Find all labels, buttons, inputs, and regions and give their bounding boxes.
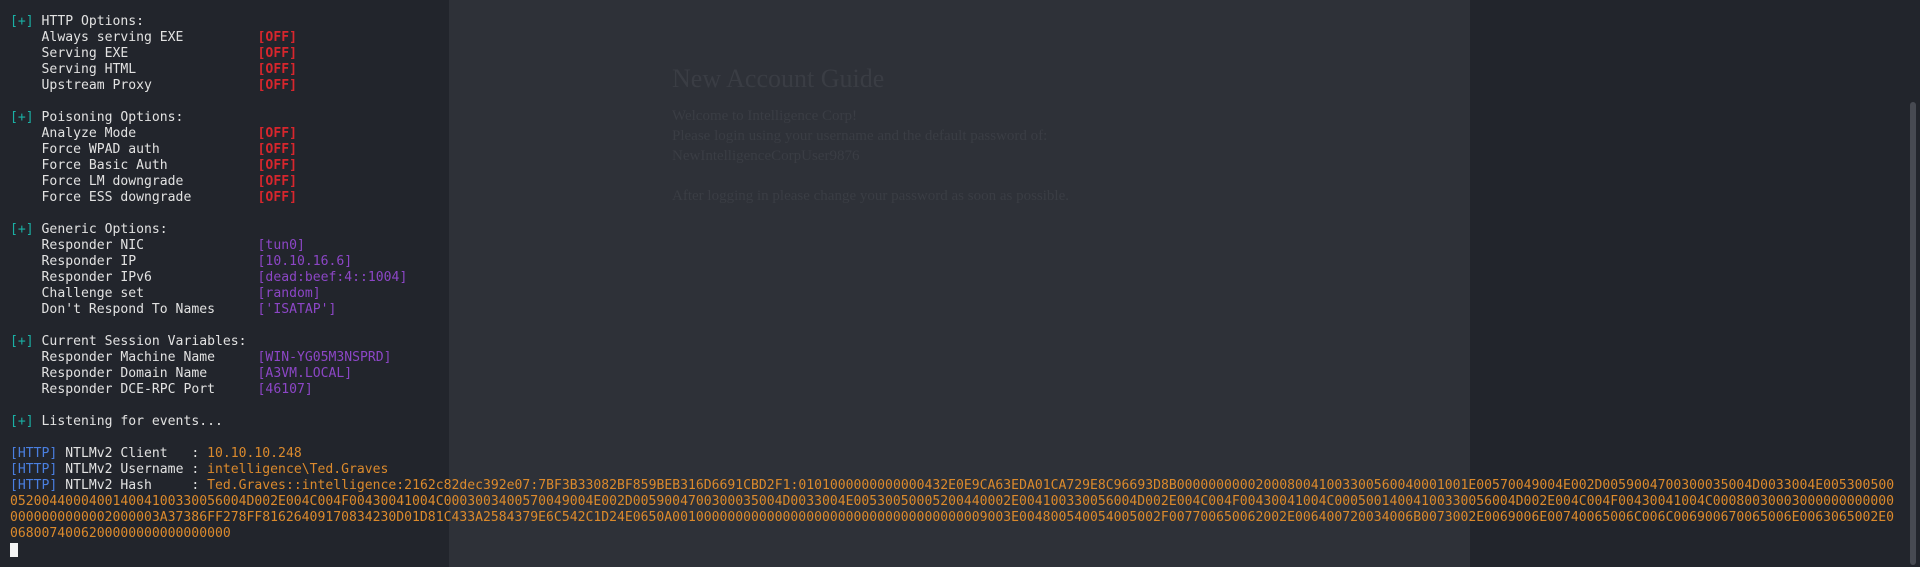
terminal-output[interactable]: [+] HTTP Options: Always serving EXE [OFF… <box>10 14 1900 558</box>
capture-username: [HTTP] NTLMv2 Username : intelligence\Te… <box>10 462 1900 478</box>
http-tag: [HTTP] <box>10 462 58 477</box>
option-value: [OFF] <box>257 78 297 93</box>
section-title: Generic Options: <box>41 222 168 237</box>
section-title: Poisoning Options: <box>41 110 184 125</box>
section-tag: [+] <box>10 334 34 349</box>
option-label: Challenge set <box>41 286 145 301</box>
option-label: Force ESS downgrade <box>41 190 192 205</box>
section-tag: [+] <box>10 414 34 429</box>
option-value: [OFF] <box>257 126 297 141</box>
option-row: Always serving EXE [OFF] <box>10 30 1900 46</box>
option-value: [tun0] <box>257 238 305 253</box>
option-label: Serving EXE <box>41 46 129 61</box>
option-label: Responder DCE-RPC Port <box>41 382 215 397</box>
section-tag: [+] <box>10 222 34 237</box>
section-title: Current Session Variables: <box>41 334 247 349</box>
option-label: Force Basic Auth <box>41 158 168 173</box>
option-label: Always serving EXE <box>41 30 184 45</box>
option-value: [10.10.16.6] <box>257 254 353 269</box>
option-value: [random] <box>257 286 321 301</box>
option-label: Force WPAD auth <box>41 142 160 157</box>
option-value: [WIN-YG05M3NSPRD] <box>257 350 392 365</box>
option-label: Upstream Proxy <box>41 78 152 93</box>
option-row: Responder Machine Name [WIN-YG05M3NSPRD] <box>10 350 1900 366</box>
option-value: [46107] <box>257 382 313 397</box>
option-row: Responder IP [10.10.16.6] <box>10 254 1900 270</box>
section-tag: [+] <box>10 110 34 125</box>
capture-value: 10.10.10.248 <box>207 446 302 461</box>
ntlm-hash-value[interactable]: Ted.Graves::intelligence:2162c82dec392e0… <box>10 478 1894 541</box>
option-label: Responder NIC <box>41 238 145 253</box>
option-label: Force LM downgrade <box>41 174 184 189</box>
option-row: Force WPAD auth [OFF] <box>10 142 1900 158</box>
option-label: Serving HTML <box>41 62 137 77</box>
option-value: [dead:beef:4::1004] <box>257 270 408 285</box>
option-label: Responder Machine Name <box>41 350 215 365</box>
terminal-cursor <box>10 542 18 557</box>
option-value: [OFF] <box>257 46 297 61</box>
option-row: Responder DCE-RPC Port [46107] <box>10 382 1900 398</box>
option-row: Serving EXE [OFF] <box>10 46 1900 62</box>
option-value: [A3VM.LOCAL] <box>257 366 353 381</box>
option-row: Challenge set [random] <box>10 286 1900 302</box>
prompt-line[interactable] <box>10 542 1900 558</box>
option-label: Don't Respond To Names <box>41 302 215 317</box>
section-header-session: [+] Current Session Variables: <box>10 334 1900 350</box>
option-row: Force Basic Auth [OFF] <box>10 158 1900 174</box>
section-title: HTTP Options: <box>41 14 145 29</box>
option-value: [OFF] <box>257 62 297 77</box>
option-row: Don't Respond To Names ['ISATAP'] <box>10 302 1900 318</box>
http-tag: [HTTP] <box>10 478 58 493</box>
capture-label: NTLMv2 Client : <box>65 446 208 461</box>
option-value: [OFF] <box>257 142 297 157</box>
capture-label: NTLMv2 Username : <box>65 462 208 477</box>
scrollbar[interactable] <box>1905 0 1920 567</box>
option-row: Force ESS downgrade [OFF] <box>10 190 1900 206</box>
section-tag: [+] <box>10 14 34 29</box>
listening-text: Listening for events... <box>41 414 223 429</box>
capture-client: [HTTP] NTLMv2 Client : 10.10.10.248 <box>10 446 1900 462</box>
option-row: Responder NIC [tun0] <box>10 238 1900 254</box>
option-label: Analyze Mode <box>41 126 137 141</box>
section-header-http: [+] HTTP Options: <box>10 14 1900 30</box>
option-value: ['ISATAP'] <box>257 302 337 317</box>
option-value: [OFF] <box>257 158 297 173</box>
option-value: [OFF] <box>257 174 297 189</box>
section-header-poisoning: [+] Poisoning Options: <box>10 110 1900 126</box>
option-row: Responder IPv6 [dead:beef:4::1004] <box>10 270 1900 286</box>
option-value: [OFF] <box>257 190 297 205</box>
option-label: Responder IP <box>41 254 137 269</box>
option-value: [OFF] <box>257 30 297 45</box>
capture-label: NTLMv2 Hash : <box>65 478 208 493</box>
option-row: Force LM downgrade [OFF] <box>10 174 1900 190</box>
option-label: Responder IPv6 <box>41 270 152 285</box>
section-header-generic: [+] Generic Options: <box>10 222 1900 238</box>
option-row: Responder Domain Name [A3VM.LOCAL] <box>10 366 1900 382</box>
option-row: Analyze Mode [OFF] <box>10 126 1900 142</box>
listening-status: [+] Listening for events... <box>10 414 1900 430</box>
option-label: Responder Domain Name <box>41 366 208 381</box>
http-tag: [HTTP] <box>10 446 58 461</box>
capture-hash: [HTTP] NTLMv2 Hash : Ted.Graves::intelli… <box>10 478 1900 542</box>
option-row: Upstream Proxy [OFF] <box>10 78 1900 94</box>
option-row: Serving HTML [OFF] <box>10 62 1900 78</box>
scrollbar-thumb[interactable] <box>1910 102 1916 565</box>
capture-value: intelligence\Ted.Graves <box>207 462 389 477</box>
